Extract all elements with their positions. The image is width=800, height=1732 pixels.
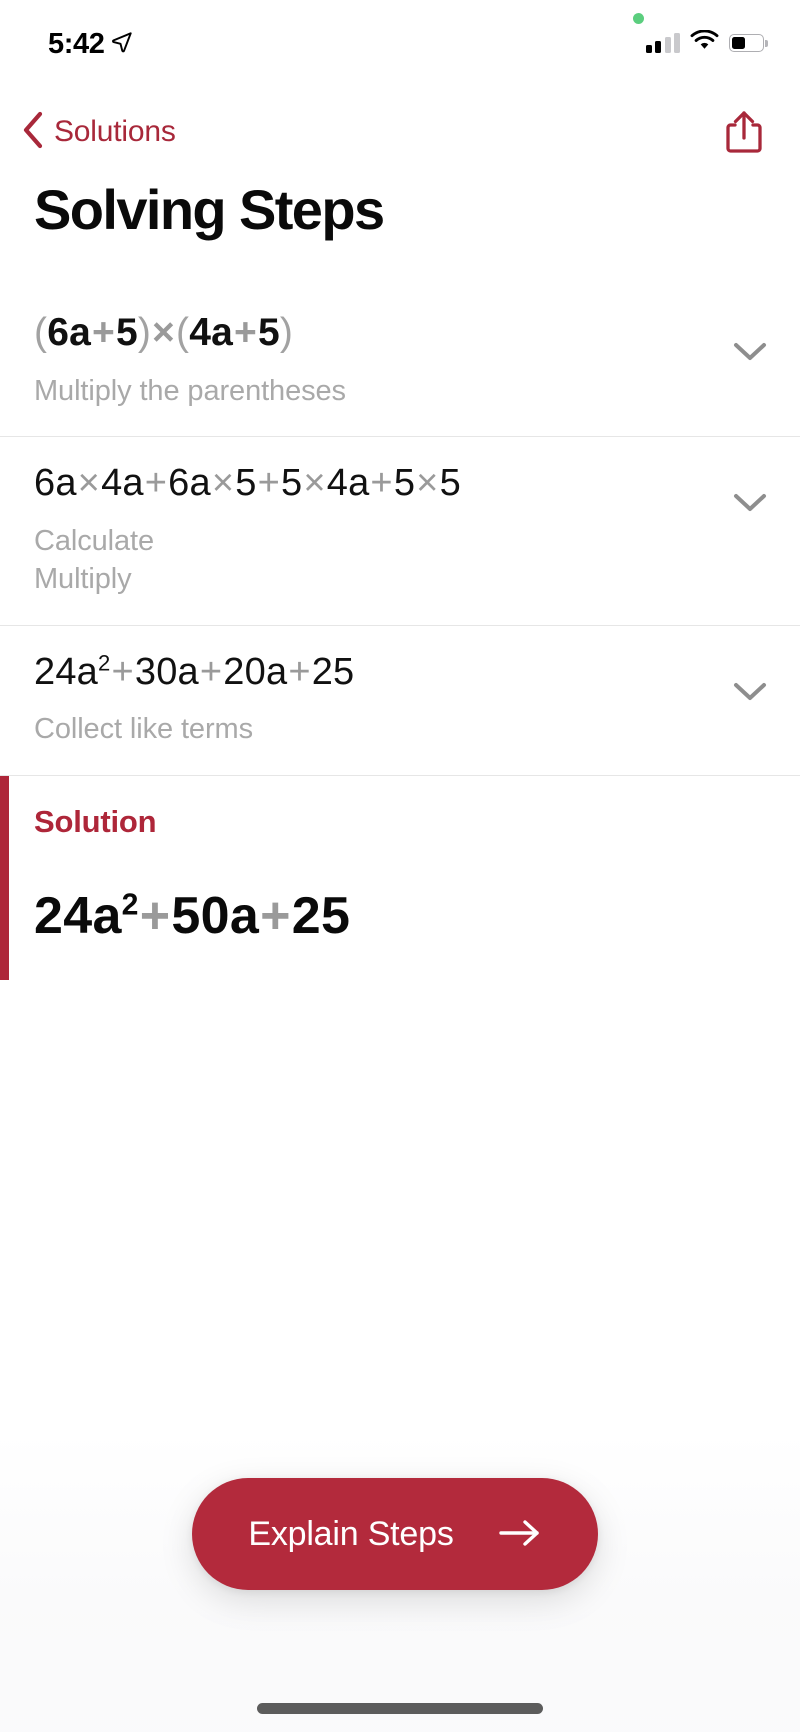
step-expression: 6a×4a+6a×5+5×4a+5×5	[34, 462, 461, 505]
chevron-down-icon[interactable]	[730, 332, 770, 372]
explain-steps-button[interactable]: Explain Steps	[192, 1478, 598, 1590]
status-time-group: 5:42	[48, 28, 133, 61]
status-time: 5:42	[48, 28, 105, 60]
back-button[interactable]: Solutions	[14, 96, 184, 168]
step-description: Multiply the parentheses	[34, 375, 346, 408]
share-icon	[723, 109, 765, 160]
share-button[interactable]	[714, 104, 774, 164]
battery-icon	[729, 34, 768, 52]
cellular-signal-icon	[645, 33, 680, 53]
step-description: Calculate Multiply	[34, 522, 766, 599]
step-expression: (6a+5)×(4a+5)	[34, 311, 294, 354]
step-row[interactable]: (6a+5)×(4a+5) Multiply the parentheses	[0, 286, 800, 436]
status-bar: 5:42	[0, 0, 800, 86]
explain-steps-label: Explain Steps	[248, 1514, 454, 1553]
solving-steps-list: (6a+5)×(4a+5) Multiply the parentheses 6…	[0, 286, 800, 980]
solution-block: Solution 24a2+50a+25	[0, 774, 800, 980]
step-row[interactable]: 6a×4a+6a×5+5×4a+5×5 Calculate Multiply	[0, 436, 800, 624]
arrow-right-icon	[498, 1518, 542, 1551]
chevron-down-icon[interactable]	[730, 483, 770, 523]
step-description-line: Calculate	[34, 525, 154, 558]
app-screen: 5:42 Solutions Solving Steps (6a+5)×(4a+…	[0, 0, 800, 1732]
page-title: Solving Steps	[34, 178, 385, 241]
step-description-line: Multiply	[34, 563, 132, 596]
chevron-down-icon[interactable]	[730, 672, 770, 712]
green-privacy-dot-icon	[633, 13, 644, 24]
chevron-left-icon	[22, 111, 44, 154]
location-arrow-icon	[111, 31, 133, 58]
solution-label: Solution	[34, 803, 157, 839]
home-indicator	[257, 1703, 543, 1714]
solution-accent-bar	[0, 775, 9, 980]
solution-expression: 24a2+50a+25	[34, 886, 351, 945]
navigation-header: Solutions	[0, 96, 800, 168]
status-indicators	[645, 29, 768, 56]
wifi-icon	[690, 29, 719, 56]
back-button-label: Solutions	[54, 115, 176, 148]
step-row[interactable]: 24a2+30a+20a+25 Collect like terms	[0, 624, 800, 775]
step-expression: 24a2+30a+20a+25	[34, 649, 355, 693]
step-description: Collect like terms	[34, 713, 253, 746]
